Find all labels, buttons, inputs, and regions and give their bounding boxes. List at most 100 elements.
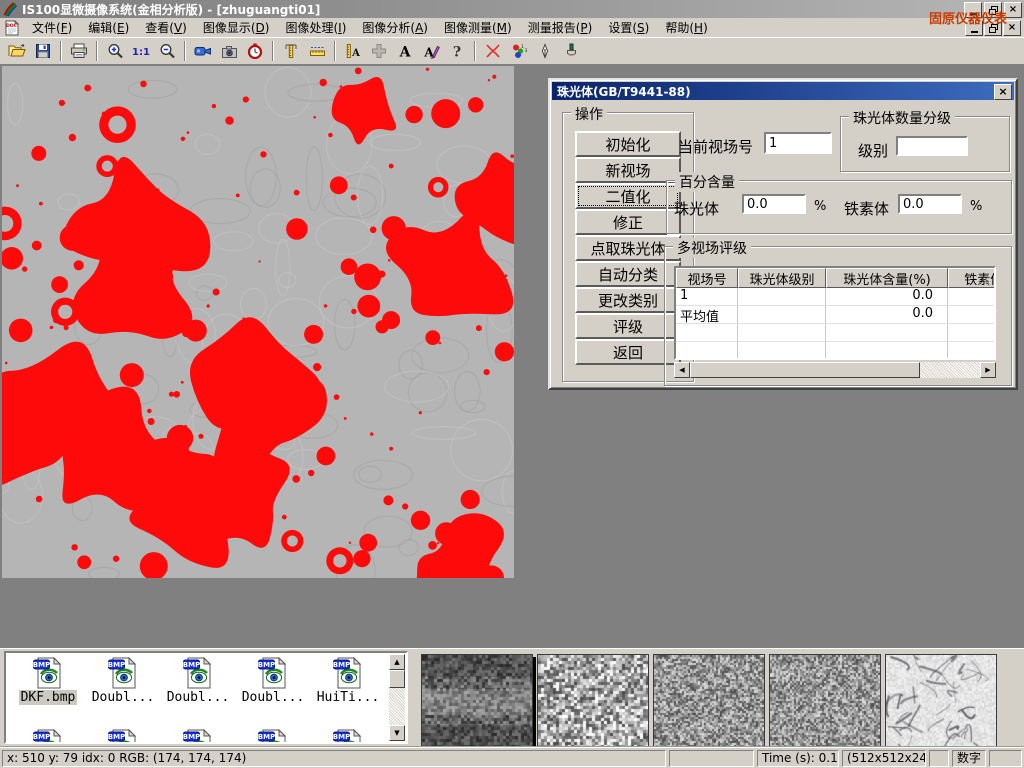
menu-image-measure[interactable]: 图像测量(M) [436,17,520,38]
init-button[interactable]: 初始化 [575,131,681,157]
zoom-in-icon[interactable] [102,39,128,63]
toolbar-separator [272,41,274,61]
curve-tool-icon[interactable] [480,39,506,63]
file-item[interactable] [162,729,234,744]
file-name[interactable]: HuiTi... [315,690,382,705]
status-coordinates: x: 510 y: 79 idx: 0 RGB: (174, 174, 174) [2,750,666,767]
actual-size-icon[interactable]: 1:1 [128,39,154,63]
scroll-down-icon[interactable]: ▼ [389,725,405,741]
crosshair-move-icon[interactable] [366,39,392,63]
bmp-file-icon [107,657,139,689]
specimen-image[interactable] [2,66,514,578]
file-name[interactable]: Doubl... [165,690,232,705]
measure-font-icon[interactable]: A [340,39,366,63]
toolbar: 1:1 A A A ? 13 [0,37,1024,65]
thumbnail-2[interactable] [537,654,649,748]
file-item[interactable] [12,729,84,744]
cell-pearlite: 0.0 [826,306,948,323]
menu-view[interactable]: 查看(V) [137,17,195,38]
capture-camera-icon[interactable] [216,39,242,63]
menu-settings[interactable]: 设置(S) [600,17,657,38]
bmp-file-icon [332,657,364,689]
file-name[interactable]: Doubl... [240,690,307,705]
col-field[interactable]: 视场号 [676,268,738,288]
file-item[interactable]: Doubl... [87,657,159,705]
save-icon[interactable] [30,39,56,63]
statusbar: x: 510 y: 79 idx: 0 RGB: (174, 174, 174)… [0,746,1024,768]
cell-grade [738,306,826,323]
scrollbar-thumb[interactable] [690,362,920,378]
table-row[interactable]: 1 0.0 [676,288,994,306]
thumbnail-5[interactable] [885,654,997,748]
thumbnail-3[interactable] [653,654,765,748]
col-ferrite[interactable]: 铁素体含量(%) [948,268,996,288]
cell-ferrite [948,288,996,305]
col-grade[interactable]: 珠光体级别 [738,268,826,288]
file-item[interactable]: Doubl... [162,657,234,705]
vendor-watermark: 固原仪器仪表 [929,8,1007,27]
menu-image-process[interactable]: 图像处理(I) [277,17,354,38]
svg-text:DOC: DOC [6,23,18,29]
bmp-file-icon [32,729,64,744]
file-item[interactable] [237,729,309,744]
video-camera-icon[interactable] [190,39,216,63]
dialog-close-icon[interactable]: × [994,84,1012,100]
table-horizontal-scrollbar[interactable]: ◀ ▶ [674,362,996,378]
grading-group-label: 珠光体数量分级 [849,108,955,128]
menu-file[interactable]: 文件(F) [24,17,80,38]
svg-text:A: A [399,45,412,60]
percent-group-label: 百分含量 [675,172,739,192]
file-name[interactable]: DKF.bmp [19,690,78,705]
file-item[interactable] [312,729,384,744]
scrollbar-track [920,362,980,378]
status-empty-1 [669,750,754,767]
status-mode: 数字 [952,750,986,767]
pearlite-percent-input[interactable] [742,194,806,214]
status-time: Time (s): 0.113 [757,750,839,767]
scrollbar-thumb[interactable] [389,670,405,688]
timer-clock-icon[interactable] [242,39,268,63]
help-question-icon[interactable]: ? [444,39,470,63]
font-a-icon[interactable]: A [392,39,418,63]
font-edit-icon[interactable]: A [418,39,444,63]
file-item[interactable] [87,729,159,744]
file-list[interactable]: DKF.bmp Doubl... Doubl... Doubl... HuiTi… [4,651,408,744]
caliper-vertical-icon[interactable] [278,39,304,63]
menu-help[interactable]: 帮助(H) [657,17,715,38]
col-pearlite[interactable]: 珠光体含量(%) [826,268,948,288]
dialog-titlebar[interactable]: 珠光体(GB/T9441-88) × [552,82,1014,100]
thumbnail-1[interactable] [421,654,533,748]
dialog-title: 珠光体(GB/T9441-88) [557,83,691,100]
scroll-right-icon[interactable]: ▶ [980,362,996,378]
file-list-scrollbar[interactable]: ▲ ▼ [389,654,405,741]
file-item[interactable]: HuiTi... [312,657,384,705]
grade-level-input[interactable] [896,136,968,156]
pen-tool-icon[interactable] [532,39,558,63]
brush-tool-icon[interactable] [558,39,584,63]
scroll-up-icon[interactable]: ▲ [389,654,405,670]
file-item[interactable]: Doubl... [237,657,309,705]
open-file-icon[interactable] [4,39,30,63]
menu-image-display[interactable]: 图像显示(D) [195,17,278,38]
multifield-table[interactable]: 视场号 珠光体级别 珠光体含量(%) 铁素体含量(%) 1 0.0 平均值 0.… [674,266,996,360]
current-field-input[interactable] [764,132,832,154]
current-field-label: 当前视场号 [678,136,753,157]
menu-edit[interactable]: 编辑(E) [80,17,137,38]
scroll-left-icon[interactable]: ◀ [674,362,690,378]
document-icon[interactable]: DOC [4,20,20,36]
bmp-file-icon [257,657,289,689]
print-icon[interactable] [66,39,92,63]
ferrite-percent-input[interactable] [898,194,962,214]
menu-image-analysis[interactable]: 图像分析(A) [354,17,436,38]
toolbar-separator [184,41,186,61]
thumbnail-4[interactable] [769,654,881,748]
file-item[interactable]: DKF.bmp [12,657,84,705]
menu-measure-report[interactable]: 测量报告(P) [520,17,601,38]
ruler-horizontal-icon[interactable] [304,39,330,63]
count-particles-icon[interactable]: 13 [506,39,532,63]
table-row-empty [676,342,994,360]
file-name[interactable]: Doubl... [90,690,157,705]
titlebar[interactable]: IS100显微摄像系统(金相分析版) - [zhuguangti01] × [0,0,1024,18]
zoom-out-icon[interactable] [154,39,180,63]
table-row[interactable]: 平均值 0.0 [676,306,994,324]
